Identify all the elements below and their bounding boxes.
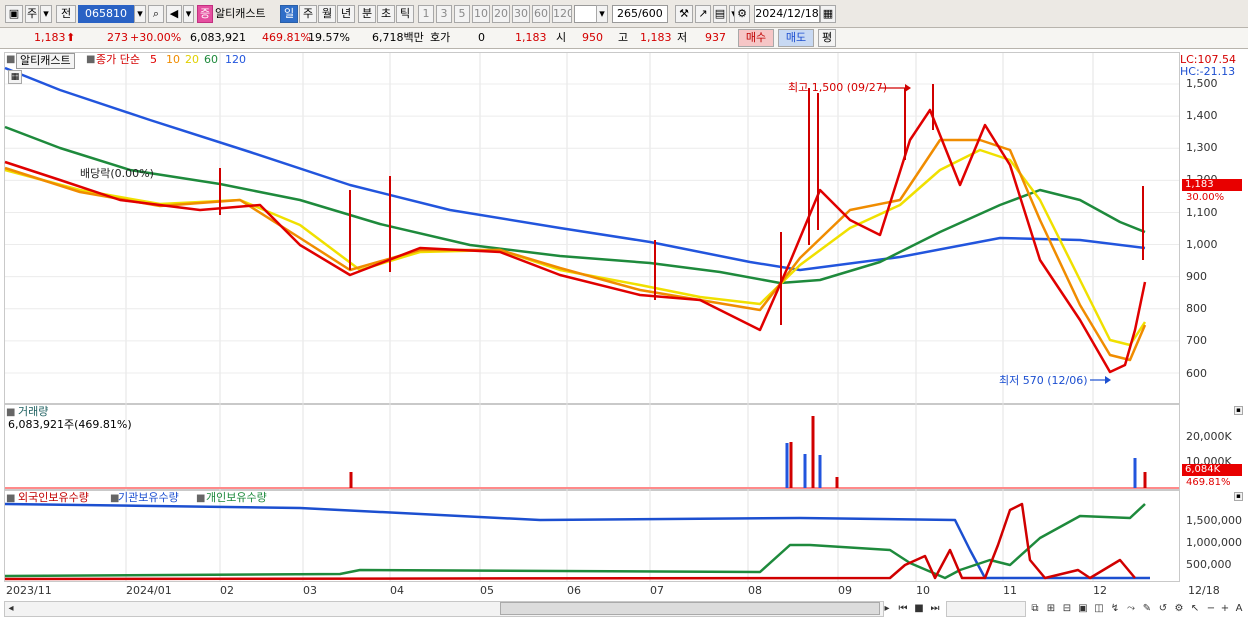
ma120-line xyxy=(4,66,1146,272)
x-label-12: 12 xyxy=(1093,584,1107,597)
ma-60: 60 xyxy=(204,53,218,66)
volume-bar-8 xyxy=(1143,472,1147,488)
low-arrowhead xyxy=(1105,376,1111,384)
legend-institution[interactable]: 기관보유수량 xyxy=(118,491,179,505)
scroll-left-icon[interactable]: ◂ xyxy=(4,602,18,616)
ma10-line xyxy=(4,138,1147,362)
brush-icon[interactable]: ✎ xyxy=(1140,602,1154,616)
volume-bar-2 xyxy=(789,442,793,488)
volume-bar-1 xyxy=(785,443,789,488)
ma-label[interactable]: 종가 단순 xyxy=(96,53,140,67)
y-tick-1000: 1,000 xyxy=(1186,238,1218,251)
volume-bar-7 xyxy=(1133,458,1137,488)
y-tick-600: 600 xyxy=(1186,367,1207,380)
scroll-right-icon[interactable]: ▸ xyxy=(880,602,894,616)
panel-marker-icon: ■ xyxy=(6,54,16,65)
table-icon[interactable]: ▦ xyxy=(8,70,22,84)
ma5-line xyxy=(4,108,1147,374)
volume-bar-0 xyxy=(349,472,353,488)
ma-marker-icon: ■ xyxy=(86,54,96,65)
individual-line xyxy=(4,503,1146,580)
refresh-icon[interactable]: ↺ xyxy=(1156,602,1170,616)
y-tick-800: 800 xyxy=(1186,302,1207,315)
pct-tag: 30.00% xyxy=(1186,192,1225,203)
x-label-03: 03 xyxy=(303,584,317,597)
volume-bar-6 xyxy=(835,477,839,488)
zoom-slider[interactable] xyxy=(946,601,1026,617)
vol-y-tick-20000k: 20,000K xyxy=(1186,430,1232,443)
x-label-11: 11 xyxy=(1003,584,1017,597)
ma20-line xyxy=(4,148,1147,347)
x-label-02: 02 xyxy=(220,584,234,597)
low-annotation: 최저 570 (12/06) xyxy=(999,374,1088,387)
high-annotation: 최고 1,500 (09/27) xyxy=(788,81,888,94)
y-tick-1300: 1,300 xyxy=(1186,141,1218,154)
volume-pct-tag: 469.81% xyxy=(1186,477,1231,488)
window-icon[interactable]: ◫ xyxy=(1092,602,1106,616)
price-tag: 1,183 xyxy=(1182,179,1242,191)
y-tick-900: 900 xyxy=(1186,270,1207,283)
settings-icon[interactable]: ⚙ xyxy=(1172,602,1186,616)
volume-close-icon[interactable]: ▪ xyxy=(1234,406,1243,415)
dividend-label: 배당락(0.00%) xyxy=(80,167,154,180)
x-label-10: 10 xyxy=(916,584,930,597)
layout-split-icon[interactable]: ⊞ xyxy=(1044,602,1058,616)
legend-individual[interactable]: 개인보유수량 xyxy=(206,491,267,505)
volume-title[interactable]: 거래량 xyxy=(18,405,48,419)
volume-bar-3 xyxy=(803,454,807,488)
x-label-12-18: 12/18 xyxy=(1188,584,1220,597)
image-icon[interactable]: ▣ xyxy=(1076,602,1090,616)
high-arrowhead xyxy=(905,84,911,92)
volume-readout: 6,083,921주(469.81%) xyxy=(8,418,132,431)
x-label-04: 04 xyxy=(390,584,404,597)
x-label-09: 09 xyxy=(838,584,852,597)
holding-marker-icon: ■ xyxy=(6,493,16,504)
stock-label[interactable]: 알티캐스트 xyxy=(16,53,75,69)
y-tick-1500: 1,500 xyxy=(1186,77,1218,90)
jump-last-icon[interactable]: ⏭ xyxy=(928,602,942,616)
trend-icon[interactable]: ↯ xyxy=(1108,602,1122,616)
legend-individual-marker-icon: ■ xyxy=(196,493,206,504)
hold-y-tick-1000000: 1,000,000 xyxy=(1186,536,1242,549)
x-label-07: 07 xyxy=(650,584,664,597)
x-label-2024-01: 2024/01 xyxy=(126,584,172,597)
zoom-in-icon[interactable]: + xyxy=(1218,602,1232,616)
y-tick-700: 700 xyxy=(1186,334,1207,347)
scrollbar-thumb[interactable] xyxy=(500,602,880,615)
ma-5: 5 xyxy=(150,53,157,66)
layout-grid-icon[interactable]: ⊟ xyxy=(1060,602,1074,616)
x-label-05: 05 xyxy=(480,584,494,597)
stop-icon[interactable]: ■ xyxy=(912,602,926,616)
move-icon[interactable]: ↖ xyxy=(1188,602,1202,616)
hold-y-tick-1500000: 1,500,000 xyxy=(1186,514,1242,527)
ma-20: 20 xyxy=(185,53,199,66)
legend-foreign[interactable]: 외국인보유수량 xyxy=(18,491,89,505)
copy-icon[interactable]: ⧉ xyxy=(1028,602,1042,616)
volume-tag: 6,084K xyxy=(1182,464,1242,476)
y-tick-1100: 1,100 xyxy=(1186,206,1218,219)
x-label-06: 06 xyxy=(567,584,581,597)
volume-bar-4 xyxy=(811,416,815,488)
zoom-out-icon[interactable]: − xyxy=(1204,602,1218,616)
ma-10: 10 xyxy=(166,53,180,66)
ma-120: 120 xyxy=(225,53,246,66)
chart-canvas xyxy=(4,53,1179,581)
jump-first-icon[interactable]: ⏮ xyxy=(896,602,910,616)
holding-close-icon[interactable]: ▪ xyxy=(1234,492,1243,501)
auto-scale-icon[interactable]: A xyxy=(1232,602,1246,616)
x-label-08: 08 xyxy=(748,584,762,597)
volume-bar-5 xyxy=(818,455,822,488)
y-tick-1400: 1,400 xyxy=(1186,109,1218,122)
x-label-2023-11: 2023/11 xyxy=(6,584,52,597)
hold-y-tick-500000: 500,000 xyxy=(1186,558,1232,571)
institution-line xyxy=(4,502,1150,580)
trend2-icon[interactable]: ⤳ xyxy=(1124,602,1138,616)
